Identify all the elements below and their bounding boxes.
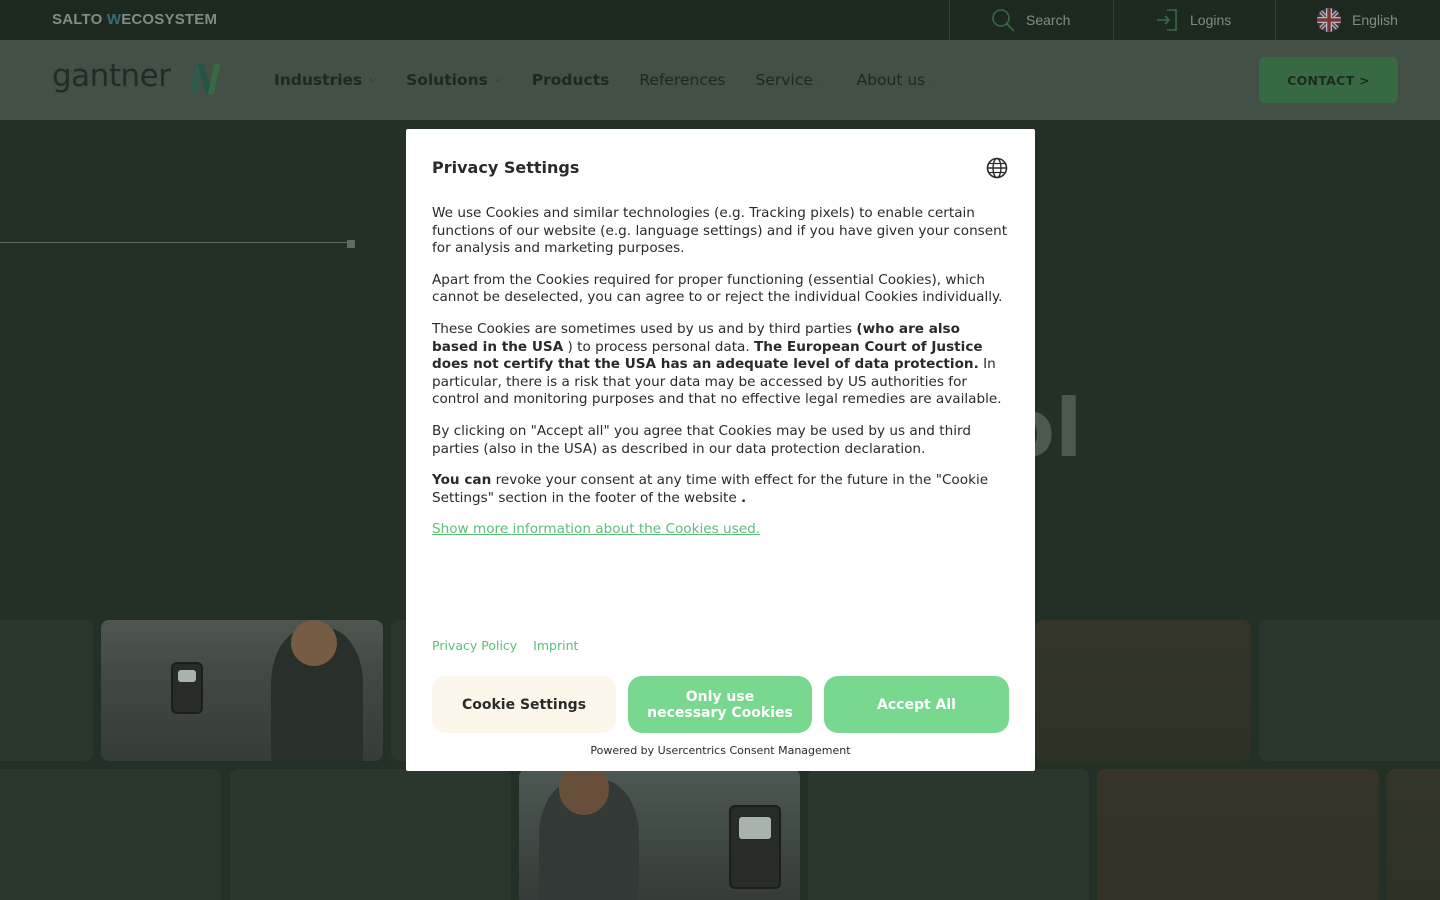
cookie-settings-button[interactable]: Cookie Settings bbox=[432, 676, 616, 733]
only-necessary-label: Only use necessary Cookies bbox=[647, 688, 793, 721]
dialog-body: We use Cookies and similar technologies … bbox=[432, 205, 1010, 553]
consent-paragraph-5: You can revoke your consent at any time … bbox=[432, 472, 1010, 507]
consent-paragraph-4: By clicking on "Accept all" you agree th… bbox=[432, 422, 971, 457]
accept-all-button[interactable]: Accept All bbox=[824, 676, 1009, 733]
powered-by-text: Powered by Usercentrics Consent Manageme… bbox=[590, 744, 851, 757]
text-run-bold: You can bbox=[432, 472, 492, 489]
text-run: ) to process personal data. bbox=[563, 338, 754, 355]
language-globe-icon[interactable] bbox=[986, 157, 1008, 179]
privacy-settings-dialog: Privacy Settings We use Cookies and simi… bbox=[406, 129, 1035, 771]
dialog-footer-links: Privacy Policy Imprint bbox=[432, 638, 590, 653]
only-necessary-button[interactable]: Only use necessary Cookies bbox=[628, 676, 812, 733]
text-run-bold: . bbox=[741, 489, 747, 506]
privacy-policy-link[interactable]: Privacy Policy bbox=[432, 638, 517, 653]
consent-paragraph-1: We use Cookies and similar technologies … bbox=[432, 205, 1008, 257]
consent-paragraph-2: Apart from the Cookies required for prop… bbox=[432, 271, 1003, 306]
more-info-link[interactable]: Show more information about the Cookies … bbox=[432, 521, 760, 537]
dialog-title: Privacy Settings bbox=[432, 158, 580, 177]
text-run: revoke your consent at any time with eff… bbox=[432, 472, 989, 506]
consent-paragraph-3: These Cookies are sometimes used by us a… bbox=[432, 321, 1010, 409]
text-run: These Cookies are sometimes used by us a… bbox=[432, 320, 857, 337]
imprint-link[interactable]: Imprint bbox=[533, 638, 578, 653]
